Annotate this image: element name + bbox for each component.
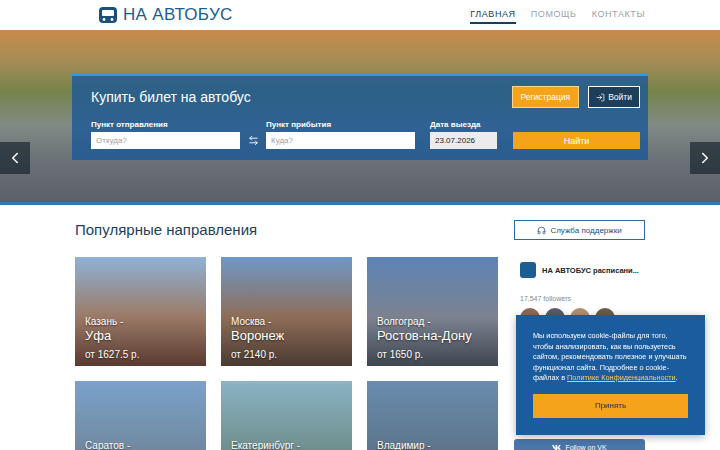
group-avatar: [520, 262, 536, 278]
field-label: Пункт прибытия: [266, 120, 415, 129]
route-from: Волгоград -: [377, 315, 488, 328]
hero: Купить билет на автобус Регистрация Войти П…: [0, 30, 720, 205]
nav-item[interactable]: ГЛАВНАЯ: [470, 6, 515, 24]
login-button[interactable]: Войти: [588, 86, 640, 108]
field-input[interactable]: [266, 132, 415, 149]
route-card[interactable]: Екатеринбург -: [221, 381, 352, 450]
search-button[interactable]: Найти: [513, 132, 640, 149]
chevron-right-icon: [696, 149, 714, 167]
route-card[interactable]: Москва -Воронеж от 2140 р.: [221, 257, 352, 366]
section-title: Популярные направления: [75, 220, 498, 240]
route-price: от 1650 р.: [377, 348, 488, 361]
nav-item[interactable]: КОНТАКТЫ: [592, 6, 645, 24]
support-button[interactable]: Служба поддержки: [514, 220, 645, 240]
search-field: Пункт отправления: [91, 120, 240, 149]
logo[interactable]: НА АВТОБУС: [98, 5, 233, 25]
route-card[interactable]: Саратов -: [75, 381, 206, 450]
prev-slide-button[interactable]: [0, 142, 30, 174]
chevron-left-icon: [6, 149, 24, 167]
field-input[interactable]: [91, 132, 240, 149]
route-card[interactable]: Владимир -: [367, 381, 498, 450]
nav-item[interactable]: ПОМОЩЬ: [531, 6, 577, 24]
followers-count: 17,547 followers: [520, 295, 645, 302]
route-from: Саратов -: [85, 439, 196, 450]
route-to: Воронеж: [231, 328, 342, 344]
register-button[interactable]: Регистрация: [512, 86, 580, 108]
accept-button[interactable]: Принять: [533, 394, 688, 418]
logo-text: НА АВТОБУС: [123, 5, 233, 25]
vk-icon: [552, 443, 561, 450]
swap-button[interactable]: [240, 132, 266, 149]
route-from: Владимир -: [377, 439, 488, 450]
route-to: Уфа: [85, 328, 196, 344]
popular-routes: Популярные направления Казань -Уфа от 1627…: [75, 220, 498, 450]
field-label: Дата выезда: [430, 120, 497, 129]
login-icon: [596, 93, 605, 102]
route-from: Москва -: [231, 315, 342, 328]
route-to: Ростов-на-Дону: [377, 328, 488, 344]
bus-logo-icon: [98, 5, 118, 25]
route-price: от 1627.5 р.: [85, 348, 196, 361]
route-price: от 2140 р.: [231, 348, 342, 361]
field-label: Пункт отправления: [91, 120, 240, 129]
route-from: Екатеринбург -: [231, 439, 342, 450]
swap-icon: [248, 135, 259, 146]
search-field: Пункт прибытия: [266, 120, 415, 149]
cookie-text: Мы используем cookie-файлы для того, что…: [533, 331, 688, 384]
follow-button[interactable]: Follow on VK: [514, 439, 645, 450]
group-name[interactable]: НА АВТОБУС расписани...: [542, 266, 639, 275]
header: НА АВТОБУС ГЛАВНАЯ ПОМОЩЬ КОНТАКТЫ: [75, 0, 645, 30]
route-card[interactable]: Казань -Уфа от 1627.5 р.: [75, 257, 206, 366]
cookie-banner: Мы используем cookie-файлы для того, что…: [516, 315, 705, 435]
route-card[interactable]: Волгоград -Ростов-на-Дону от 1650 р.: [367, 257, 498, 366]
search-title: Купить билет на автобус: [91, 89, 251, 105]
privacy-link[interactable]: Политике Конфиденциальности: [567, 373, 676, 382]
headphones-icon: [537, 226, 546, 235]
main-nav: ГЛАВНАЯ ПОМОЩЬ КОНТАКТЫ: [470, 0, 645, 30]
field-input[interactable]: [430, 132, 497, 149]
search-panel: Купить билет на автобус Регистрация Войти П…: [72, 73, 648, 160]
next-slide-button[interactable]: [690, 142, 720, 174]
search-field: Дата выезда: [430, 120, 497, 149]
route-from: Казань -: [85, 315, 196, 328]
